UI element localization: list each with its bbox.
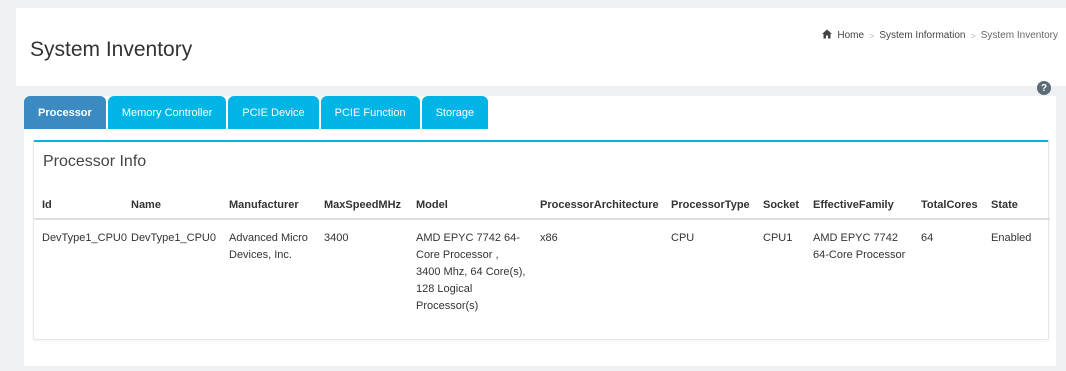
column-header-state: State bbox=[991, 192, 1050, 220]
breadcrumb-separator: > bbox=[970, 30, 976, 41]
breadcrumb-home[interactable]: Home bbox=[837, 30, 864, 41]
tab-bar: Processor Memory Controller PCIE Device … bbox=[24, 96, 489, 129]
cell-socket: CPU1 bbox=[763, 232, 793, 244]
processor-table: Id Name Manufacturer MaxSpeedMHz Model P… bbox=[34, 192, 1050, 315]
cell-id: DevType1_CPU0 bbox=[42, 232, 127, 244]
cell-model-line: Processor(s) bbox=[416, 300, 479, 312]
content-box: Processor Memory Controller PCIE Device … bbox=[24, 96, 1056, 366]
table-row: DevType1_CPU0 DevType1_CPU0 Advanced Mic… bbox=[34, 219, 1050, 315]
tab-processor[interactable]: Processor bbox=[24, 96, 106, 129]
tab-memory-controller[interactable]: Memory Controller bbox=[107, 96, 227, 129]
cell-manufacturer-line: Devices, Inc. bbox=[229, 249, 292, 261]
cell-manufacturer: Advanced Micro Devices, Inc. bbox=[229, 219, 324, 315]
cell-effective-family: AMD EPYC 7742 64-Core Processor bbox=[813, 219, 921, 315]
column-header-name: Name bbox=[131, 192, 229, 220]
cell-effective-family-line: 64-Core Processor bbox=[813, 249, 906, 261]
home-icon[interactable] bbox=[822, 29, 833, 42]
cell-processor-type: CPU bbox=[671, 232, 695, 244]
cell-architecture: x86 bbox=[540, 232, 558, 244]
cell-effective-family-line: AMD EPYC 7742 bbox=[813, 232, 898, 244]
page-header: System Inventory Home > System Informati… bbox=[16, 8, 1066, 86]
panel-title: Processor Info bbox=[43, 153, 147, 170]
breadcrumb-system-information[interactable]: System Information bbox=[879, 30, 965, 41]
page-title: System Inventory bbox=[30, 38, 193, 61]
breadcrumb: Home > System Information > System Inven… bbox=[822, 29, 1058, 42]
column-header-id: Id bbox=[34, 192, 131, 220]
cell-total-cores: 64 bbox=[921, 232, 934, 244]
column-header-model: Model bbox=[416, 192, 540, 220]
column-header-total-cores: TotalCores bbox=[921, 192, 991, 220]
tab-storage[interactable]: Storage bbox=[421, 96, 489, 129]
cell-model-line: 128 Logical bbox=[416, 283, 473, 295]
column-header-maxspeed: MaxSpeedMHz bbox=[324, 192, 416, 220]
help-icon[interactable]: ? bbox=[1037, 81, 1051, 95]
cell-model: AMD EPYC 7742 64- Core Processor , 3400 … bbox=[416, 219, 540, 315]
processor-info-panel: Processor Info Id Name Manufacturer MaxS… bbox=[33, 140, 1050, 340]
column-header-processor-type: ProcessorType bbox=[671, 192, 763, 220]
table-header-row: Id Name Manufacturer MaxSpeedMHz Model P… bbox=[34, 192, 1050, 220]
cell-model-line: 3400 Mhz, 64 Core(s), bbox=[416, 266, 526, 278]
column-header-effective-family: EffectiveFamily bbox=[813, 192, 921, 220]
tab-pcie-device[interactable]: PCIE Device bbox=[228, 96, 319, 129]
cell-model-line: AMD EPYC 7742 64- bbox=[416, 232, 520, 244]
column-header-architecture: ProcessorArchitecture bbox=[540, 192, 671, 220]
cell-max-speed: 3400 bbox=[324, 232, 349, 244]
cell-model-line: Core Processor , bbox=[416, 249, 499, 261]
cell-name: DevType1_CPU0 bbox=[131, 232, 216, 244]
cell-manufacturer-line: Advanced Micro bbox=[229, 232, 308, 244]
column-header-socket: Socket bbox=[763, 192, 813, 220]
breadcrumb-separator: > bbox=[869, 30, 875, 41]
cell-state: Enabled bbox=[991, 232, 1032, 244]
tab-pcie-function[interactable]: PCIE Function bbox=[320, 96, 420, 129]
breadcrumb-system-inventory: System Inventory bbox=[980, 30, 1058, 41]
column-header-manufacturer: Manufacturer bbox=[229, 192, 324, 220]
